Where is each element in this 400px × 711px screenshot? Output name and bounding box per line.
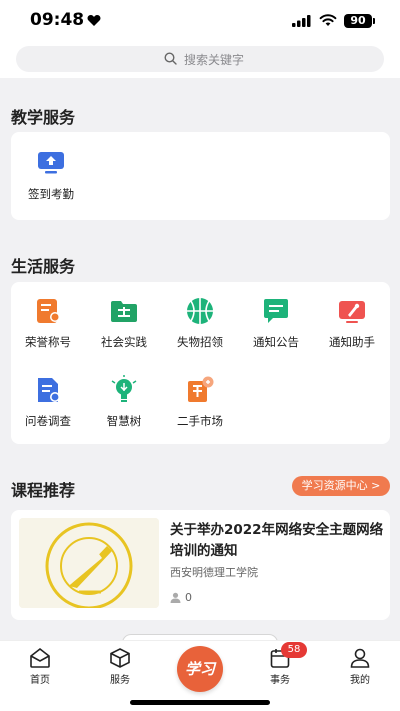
basketball-icon <box>187 298 213 324</box>
course-school: 西安明德理工学院 <box>170 566 258 579</box>
tab-home[interactable]: 首页 <box>10 647 70 686</box>
search-input[interactable]: 搜索关键字 <box>16 46 384 72</box>
person-icon <box>350 648 370 668</box>
service-lost-found[interactable]: 失物招领 <box>160 296 240 350</box>
search-bar-area: 搜索关键字 <box>0 40 400 78</box>
chat-notice-icon <box>264 299 288 323</box>
service-label: 通知助手 <box>329 335 375 349</box>
status-bar: 09:48 90 <box>0 0 400 40</box>
courses-section-title: 课程推荐 <box>11 481 76 500</box>
service-label: 失物招领 <box>177 335 223 349</box>
course-title: 关于举办2022年网络安全主题网络培训的通知 <box>170 522 384 559</box>
person-icon <box>170 592 181 603</box>
home-indicator <box>130 700 270 705</box>
service-label: 通知公告 <box>253 335 299 349</box>
resource-center-button[interactable]: 学习资源中心 > <box>292 476 390 496</box>
market-icon <box>188 376 214 402</box>
search-icon <box>164 52 177 65</box>
signal-icon <box>292 15 311 27</box>
tab-label: 首页 <box>30 675 50 686</box>
tab-mine[interactable]: 我的 <box>330 647 390 686</box>
tab-label: 我的 <box>350 675 370 686</box>
service-label: 智慧树 <box>106 414 142 428</box>
service-label: 社会实践 <box>101 335 147 349</box>
affairs-badge: 58 <box>281 642 307 658</box>
service-notify-assistant[interactable]: 通知助手 <box>312 296 392 350</box>
course-view-count: 0 <box>185 591 192 604</box>
service-survey[interactable]: 问卷调查 <box>8 375 88 429</box>
life-services-card: 荣誉称号 社会实践 失物招领 通知公告 通知助手 问卷调查 智慧树 二手市场 <box>11 282 390 444</box>
tab-label: 服务 <box>110 675 130 686</box>
folder-practice-icon <box>111 301 137 322</box>
wifi-icon <box>319 14 337 26</box>
notify-assistant-icon <box>339 301 365 323</box>
search-placeholder: 搜索关键字 <box>184 53 245 67</box>
service-label: 问卷调查 <box>25 414 71 428</box>
home-icon <box>30 647 50 668</box>
service-label: 二手市场 <box>177 414 223 428</box>
heart-icon <box>87 15 101 26</box>
honor-icon <box>37 299 60 323</box>
service-label: 荣誉称号 <box>25 335 71 349</box>
study-icon: 学习 <box>184 660 215 678</box>
battery-indicator: 90 <box>344 14 372 28</box>
service-attendance[interactable]: 签到考勤 <box>11 148 91 202</box>
school-seal-logo <box>19 518 159 608</box>
teaching-services-card: 签到考勤 <box>11 132 390 220</box>
service-label: 签到考勤 <box>28 187 74 201</box>
service-notice[interactable]: 通知公告 <box>236 296 316 350</box>
course-card[interactable]: 关于举办2022年网络安全主题网络培训的通知 西安明德理工学院 0 <box>11 510 390 620</box>
survey-icon <box>38 378 60 402</box>
tab-study[interactable]: 学习 <box>177 646 223 692</box>
school-seal-image <box>19 518 159 608</box>
attendance-icon <box>38 152 64 174</box>
service-second-hand[interactable]: 二手市场 <box>160 375 240 429</box>
service-social-practice[interactable]: 社会实践 <box>84 296 164 350</box>
tab-label: 事务 <box>270 675 290 686</box>
battery-nub <box>373 18 375 24</box>
cube-icon <box>110 648 130 668</box>
service-wisdom-tree[interactable]: 智慧树 <box>84 375 164 429</box>
service-honor[interactable]: 荣誉称号 <box>8 296 88 350</box>
teaching-section-title: 教学服务 <box>11 108 76 127</box>
life-section-title: 生活服务 <box>11 257 76 276</box>
status-time: 09:48 <box>30 10 85 30</box>
bulb-tree-icon <box>111 375 137 402</box>
tab-services[interactable]: 服务 <box>90 647 150 686</box>
